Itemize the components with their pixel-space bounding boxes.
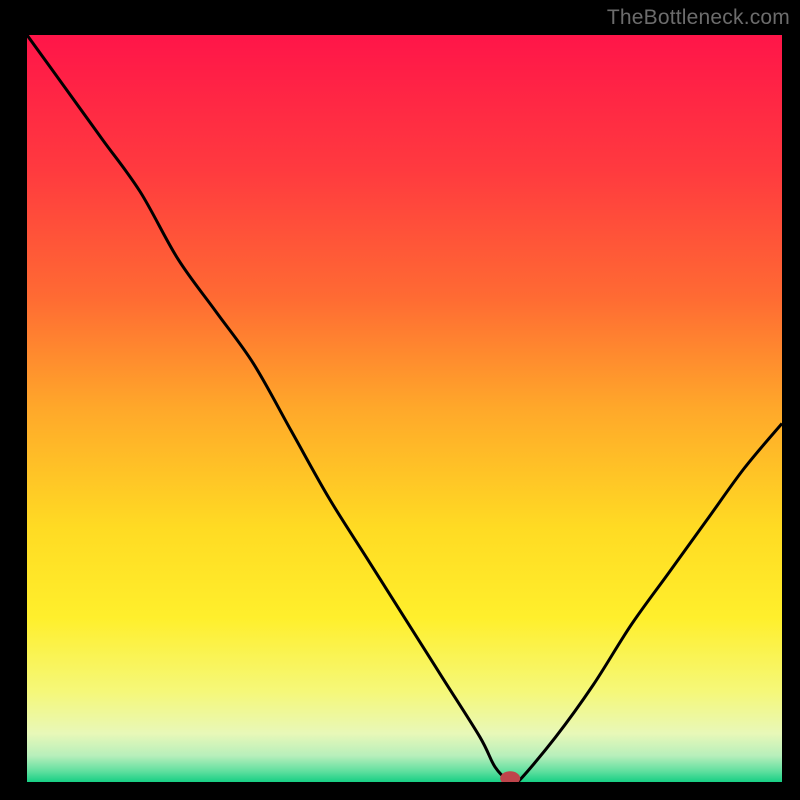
chart-background [27, 35, 782, 782]
chart-svg [27, 35, 782, 782]
watermark-label: TheBottleneck.com [607, 6, 790, 30]
chart-container: TheBottleneck.com [0, 0, 800, 800]
plot-area [27, 35, 782, 782]
